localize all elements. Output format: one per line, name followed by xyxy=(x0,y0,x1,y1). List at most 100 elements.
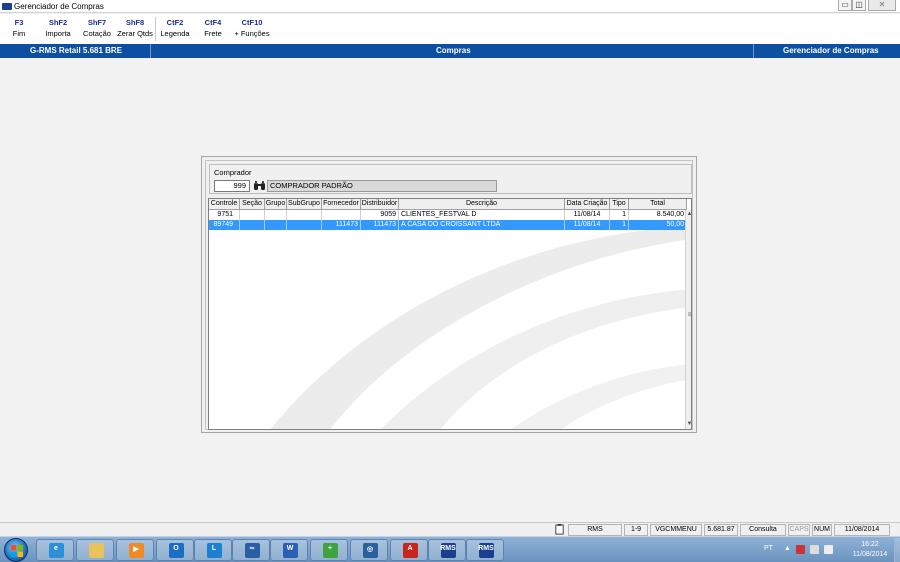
start-button[interactable] xyxy=(4,538,28,562)
window-title: Gerenciador de Compras xyxy=(14,2,104,11)
shortcut-key: CtF2 xyxy=(166,18,184,27)
cell-grupo xyxy=(265,220,287,230)
minimize-button[interactable]: ▭ xyxy=(838,0,852,11)
function-toolbar: F3 Fim ShF2 Importa ShF7 Cotação ShF8 Ze… xyxy=(0,14,900,44)
app-icon-glyph: RMS xyxy=(478,545,494,552)
module-header-bar: G-RMS Retail 5.681 BRE Compras Gerenciad… xyxy=(0,44,900,58)
cell-distribuidor: 9059 xyxy=(361,210,399,220)
action-center-icon[interactable] xyxy=(796,545,805,554)
table-row[interactable]: 9751 9059 CLIENTES_FESTVAL D 11/08/14 1 … xyxy=(209,210,687,220)
show-desktop-button[interactable] xyxy=(894,538,900,562)
button-label: Legenda xyxy=(160,29,190,38)
scroll-up-icon[interactable]: ▲ xyxy=(686,210,691,218)
status-mode: Consulta xyxy=(740,524,786,536)
shortcut-key: ShF2 xyxy=(48,18,68,27)
cell-subgrupo xyxy=(287,210,322,220)
table-row-selected[interactable]: 89749 111473 111473 A CASA DO CROISSANT … xyxy=(209,220,687,230)
windows-logo-icon xyxy=(11,545,23,557)
buyer-code-input[interactable]: 999 xyxy=(214,180,250,192)
taskbar-app-rms-2[interactable]: RMS xyxy=(466,539,504,561)
toolbar-button-zerar-qtds[interactable]: ShF8 Zerar Qtds xyxy=(116,16,154,42)
windows-taskbar: e ▶ O L ∞ W + ◎ A RMS RMS PT ▲ 16:22 11/08/2014 xyxy=(0,536,900,562)
cell-fornecedor: 111473 xyxy=(322,220,361,230)
logo-watermark xyxy=(270,227,691,429)
column-header-grupo[interactable]: Grupo xyxy=(265,199,287,210)
taskbar-app-word[interactable]: W xyxy=(270,539,308,561)
vertical-scrollbar[interactable]: ▲ ≡ ▼ xyxy=(685,210,691,429)
purchases-grid[interactable]: Controle Seção Grupo SubGrupo Fornecedor… xyxy=(208,198,692,430)
language-indicator[interactable]: PT xyxy=(764,545,773,552)
taskbar-app-internet-explorer[interactable]: e xyxy=(36,539,74,561)
shortcut-key: CtF4 xyxy=(204,18,222,27)
app-icon-glyph: A xyxy=(407,545,413,552)
cell-tipo: 1 xyxy=(610,220,629,230)
scroll-thumb[interactable]: ≡ xyxy=(686,310,691,320)
column-header-tipo[interactable]: Tipo xyxy=(610,199,629,210)
toolbar-button-legenda[interactable]: CtF2 Legenda xyxy=(158,16,192,42)
toolbar-separator xyxy=(155,17,156,41)
column-header-distribuidor[interactable]: Distribuidor xyxy=(361,199,399,210)
cell-controle: 9751 xyxy=(209,210,240,220)
column-header-subgrupo[interactable]: SubGrupo xyxy=(287,199,322,210)
app-icon-glyph: ◎ xyxy=(366,546,374,553)
close-button[interactable]: ✕ xyxy=(868,0,896,11)
file-explorer-icon xyxy=(89,543,104,558)
cell-subgrupo xyxy=(287,220,322,230)
column-header-secao[interactable]: Seção xyxy=(240,199,265,210)
status-version: 5.681.87 xyxy=(704,524,738,536)
status-num: NUM xyxy=(812,524,832,536)
network-icon[interactable] xyxy=(810,545,819,554)
taskbar-app-media-player[interactable]: ▶ xyxy=(116,539,154,561)
taskbar-app-hardware-tool[interactable]: + xyxy=(310,539,348,561)
cell-total: 8.540,00 xyxy=(629,210,687,220)
maximize-button[interactable]: ◫ xyxy=(852,0,866,11)
app-icon-glyph: W xyxy=(286,545,294,552)
column-header-fornecedor[interactable]: Fornecedor xyxy=(322,199,361,210)
button-label: + Funções xyxy=(234,29,270,38)
app-icon-glyph: ▶ xyxy=(133,546,139,553)
taskbar-app-infinity-app[interactable]: ∞ xyxy=(232,539,270,561)
column-header-data-criacao[interactable]: Data Criação xyxy=(565,199,610,210)
buyer-label: Comprador xyxy=(214,168,252,177)
taskbar-app-outlook[interactable]: O xyxy=(156,539,194,561)
volume-icon[interactable] xyxy=(824,545,833,554)
taskbar-app-file-explorer[interactable] xyxy=(76,539,114,561)
app-icon-glyph: L xyxy=(211,545,217,552)
button-label: Importa xyxy=(45,29,71,38)
clipboard-icon xyxy=(552,524,567,536)
column-header-descricao[interactable]: Descrição xyxy=(399,199,565,210)
purchase-manager-panel: Comprador 999 COMPRADOR PADRÃO Controle … xyxy=(201,156,697,433)
toolbar-button-importa[interactable]: ShF2 Importa xyxy=(40,16,76,42)
shortcut-key: F3 xyxy=(14,18,24,27)
binoculars-search-icon[interactable] xyxy=(253,180,266,192)
button-label: Zerar Qtds xyxy=(117,29,153,38)
scroll-down-icon[interactable]: ▼ xyxy=(686,420,691,428)
window-title-bar: Gerenciador de Compras ▭ ◫ ✕ xyxy=(0,0,900,13)
system-tray: PT ▲ 16:22 11/08/2014 xyxy=(760,537,900,562)
taskbar-app-network-tool[interactable]: ◎ xyxy=(350,539,388,561)
taskbar-app-acrobat[interactable]: A xyxy=(390,539,428,561)
toolbar-button-frete[interactable]: CtF4 Frete xyxy=(198,16,228,42)
cell-descricao: CLIENTES_FESTVAL D xyxy=(399,210,565,220)
buyer-name-field: COMPRADOR PADRÃO xyxy=(267,180,497,192)
column-header-controle[interactable]: Controle xyxy=(209,199,240,210)
screen-name: Gerenciador de Compras xyxy=(783,46,879,55)
button-label: Fim xyxy=(12,29,26,38)
shortcut-key: ShF8 xyxy=(125,18,145,27)
taskbar-app-lync[interactable]: L xyxy=(194,539,232,561)
app-icon-glyph: ∞ xyxy=(249,545,255,552)
clock-date[interactable]: 11/08/2014 xyxy=(848,551,892,558)
toolbar-button-fim[interactable]: F3 Fim xyxy=(4,16,34,42)
clock-time[interactable]: 16:22 xyxy=(848,541,892,548)
toolbar-button-mais-funcoes[interactable]: CtF10 + Funções xyxy=(232,16,272,42)
taskbar-app-rms-1[interactable]: RMS xyxy=(428,539,466,561)
product-version: G-RMS Retail 5.681 BRE xyxy=(30,46,123,55)
column-header-total[interactable]: Total xyxy=(629,199,687,210)
header-divider xyxy=(753,44,754,58)
show-hidden-icons-icon[interactable]: ▲ xyxy=(784,545,791,552)
panel-inner-frame: Comprador 999 COMPRADOR PADRÃO Controle … xyxy=(205,160,693,430)
toolbar-button-cotacao[interactable]: ShF7 Cotação xyxy=(80,16,114,42)
status-date: 11/08/2014 xyxy=(834,524,890,536)
cell-distribuidor: 111473 xyxy=(361,220,399,230)
buyer-group: Comprador 999 COMPRADOR PADRÃO xyxy=(209,164,692,194)
